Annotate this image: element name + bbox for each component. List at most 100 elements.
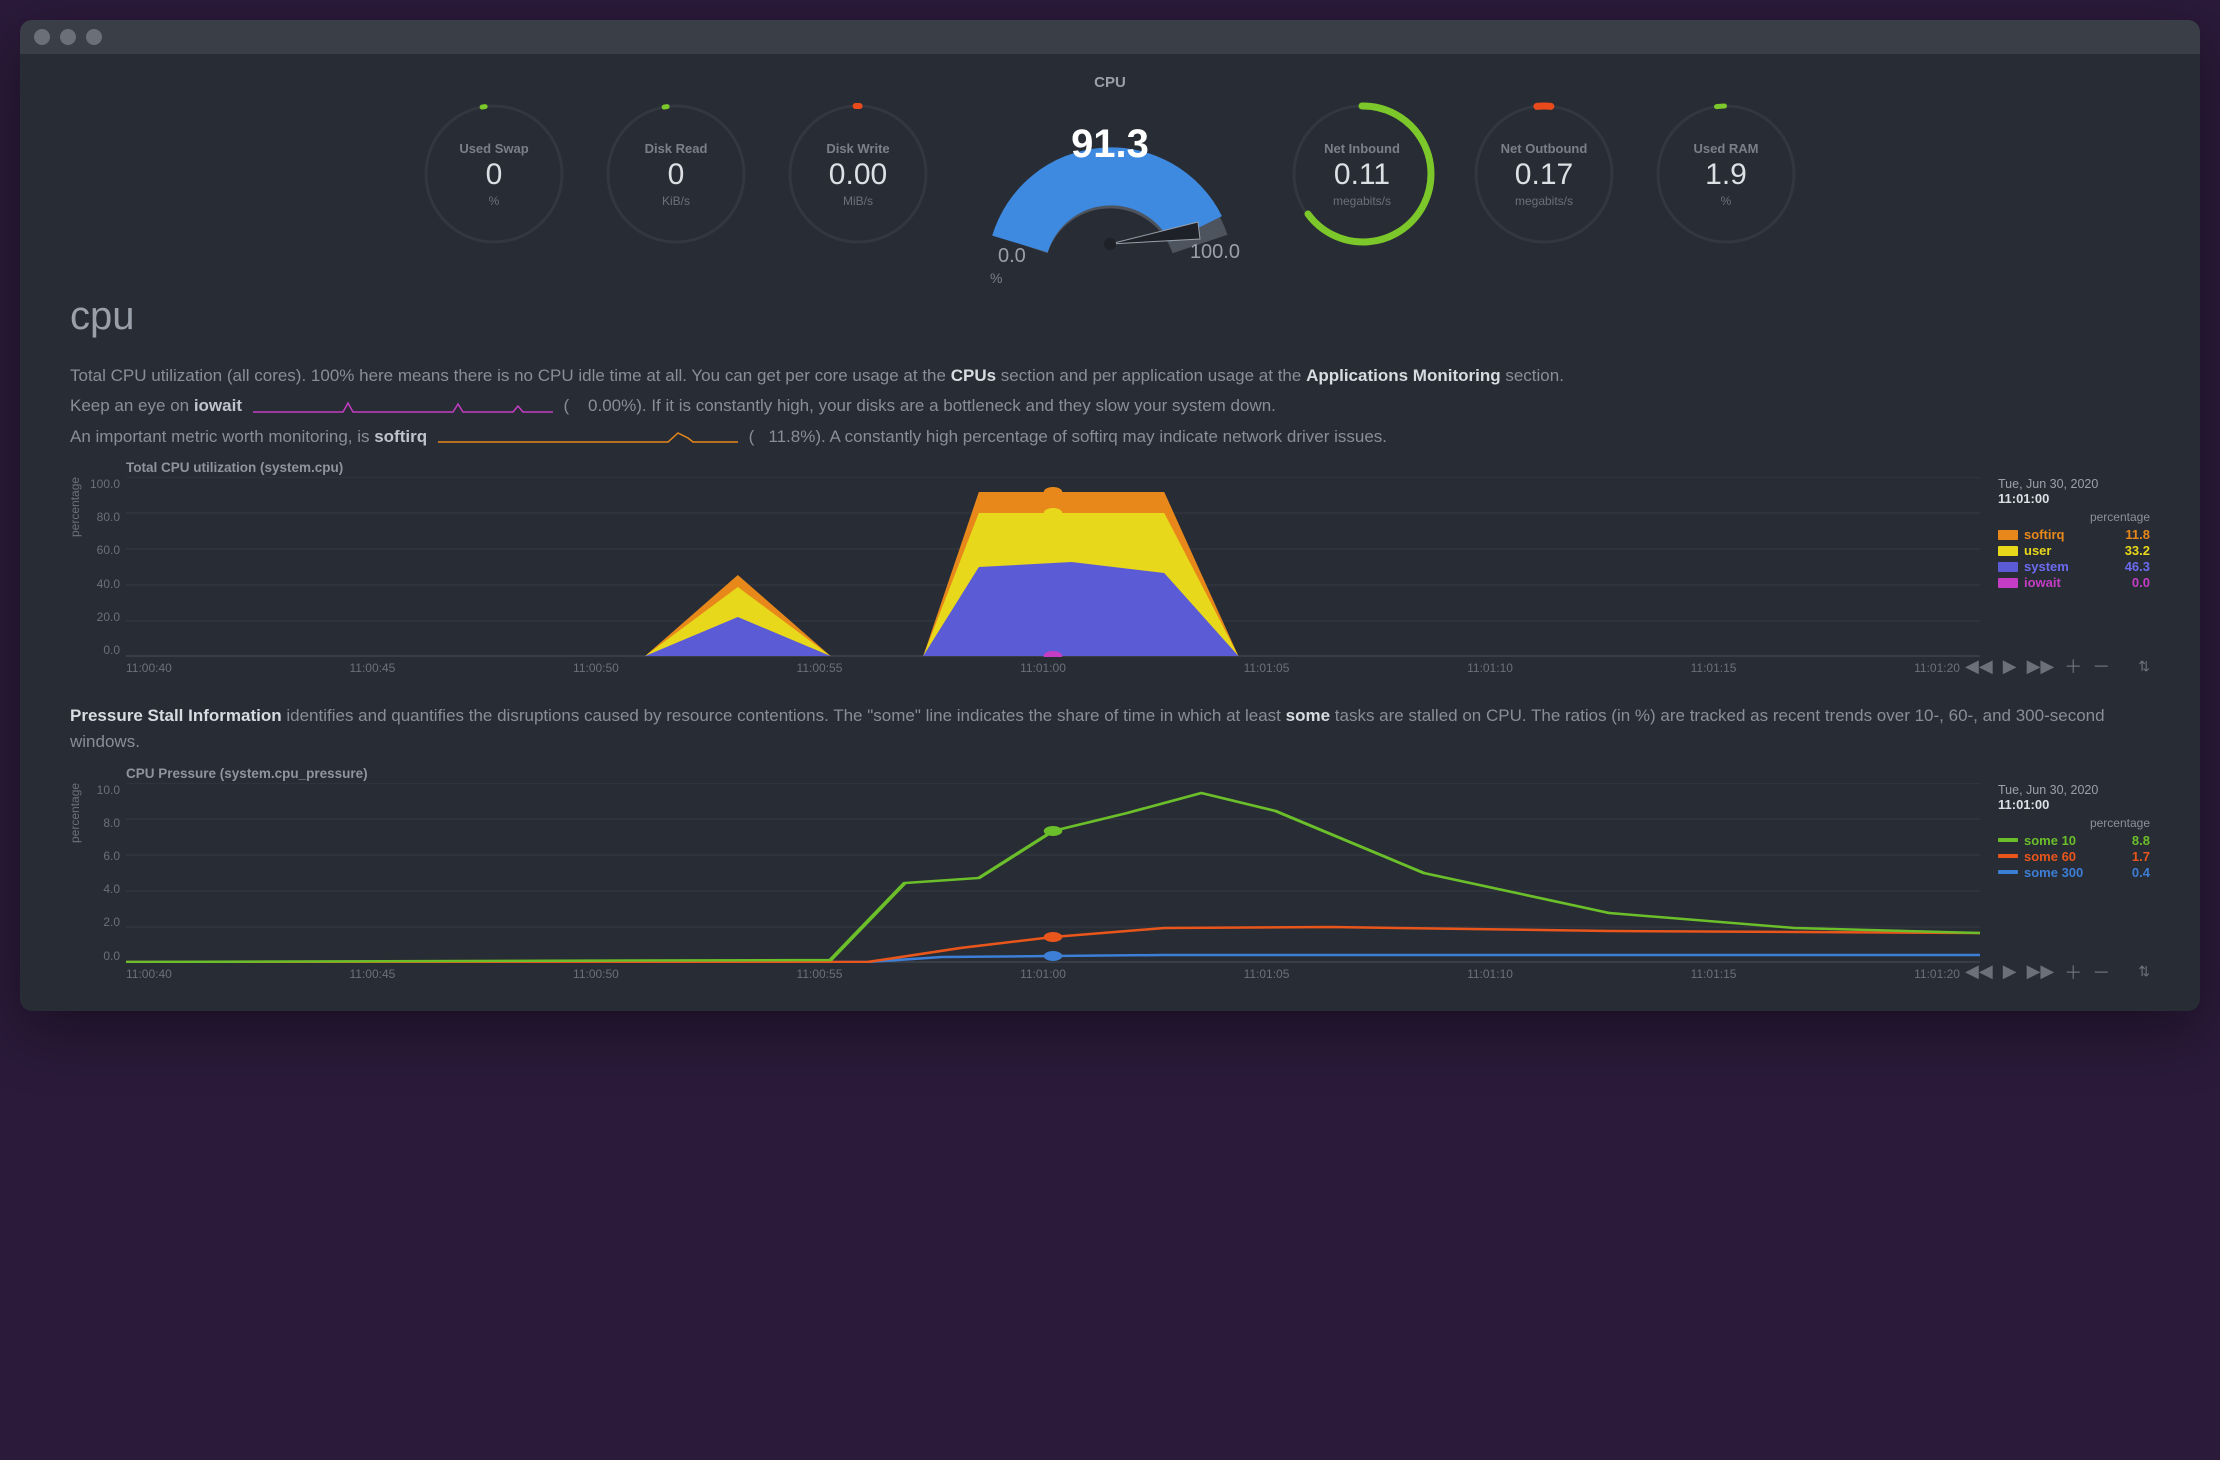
rewind-icon[interactable]: ◀◀ [1965, 656, 1993, 677]
zoom-in-icon[interactable]: ＋ [2064, 959, 2082, 985]
text: An important metric worth monitoring, is [70, 427, 374, 446]
chart-controls: ◀◀ ▶ ▶▶ ＋ － ⇅ [1965, 653, 2150, 679]
x-tick: 11:01:00 [1020, 661, 1066, 675]
play-icon[interactable]: ▶ [2003, 961, 2017, 982]
x-tick: 11:01:15 [1691, 661, 1737, 675]
legend-name: softirq [2024, 527, 2064, 542]
x-tick: 11:00:45 [350, 967, 396, 981]
y-tick: 8.0 [103, 816, 120, 830]
fast-forward-icon[interactable]: ▶▶ [2027, 656, 2055, 677]
play-icon[interactable]: ▶ [2003, 656, 2017, 677]
legend-swatch-icon [1998, 870, 2018, 874]
app-window: Used Swap 0 % Disk Read 0 KiB/s Disk Wri… [20, 20, 2200, 1011]
legend-item[interactable]: softirq 11.8 [1998, 527, 2150, 542]
legend-date: Tue, Jun 30, 2020 [1998, 477, 2150, 491]
y-tick: 6.0 [103, 849, 120, 863]
gauge-disk-read[interactable]: Disk Read 0 KiB/s [596, 94, 756, 254]
fast-forward-icon[interactable]: ▶▶ [2027, 961, 2055, 982]
gauge-cpu[interactable]: CPU 91.3 0.0 100.0 % [960, 74, 1260, 274]
legend-name: user [2024, 543, 2051, 558]
link-pressure-stall[interactable]: Pressure Stall Information [70, 706, 282, 725]
section-title: cpu [70, 294, 2150, 339]
zoom-out-icon[interactable]: － [2092, 959, 2110, 985]
y-axis-label: percentage [68, 477, 82, 537]
text: Total CPU utilization (all cores). 100% … [70, 366, 951, 385]
legend-swatch-icon [1998, 530, 2018, 540]
x-tick: 11:01:00 [1020, 967, 1066, 981]
legend-value: 8.8 [2132, 833, 2150, 848]
chart-plot-area[interactable] [126, 477, 1980, 657]
y-axis-label: percentage [68, 783, 82, 843]
dashboard-content: Used Swap 0 % Disk Read 0 KiB/s Disk Wri… [20, 54, 2200, 1011]
gauges-row: Used Swap 0 % Disk Read 0 KiB/s Disk Wri… [70, 74, 2150, 274]
legend-swatch-icon [1998, 562, 2018, 572]
legend-value: 11.8 [2125, 527, 2150, 542]
chart-title: CPU Pressure (system.cpu_pressure) [126, 766, 2150, 781]
rewind-icon[interactable]: ◀◀ [1965, 961, 1993, 982]
link-cpus[interactable]: CPUs [951, 366, 996, 385]
x-axis: 11:00:40 11:00:45 11:00:50 11:00:55 11:0… [126, 963, 1960, 981]
x-tick: 11:01:10 [1467, 661, 1513, 675]
text: Keep an eye on [70, 396, 194, 415]
y-axis: percentage 100.0 80.0 60.0 40.0 20.0 0.0 [70, 477, 126, 657]
legend-swatch-icon [1998, 546, 2018, 556]
zoom-out-icon[interactable]: － [2092, 653, 2110, 679]
legend-item[interactable]: some 60 1.7 [1998, 849, 2150, 864]
description-line-3: An important metric worth monitoring, is… [70, 424, 2150, 450]
x-tick: 11:01:20 [1914, 967, 1960, 981]
chart-cpu-pressure: CPU Pressure (system.cpu_pressure) perce… [70, 766, 2150, 981]
metric-softirq: softirq [374, 427, 427, 446]
x-tick: 11:01:20 [1914, 661, 1960, 675]
gauge-net-outbound[interactable]: Net Outbound 0.17 megabits/s [1464, 94, 1624, 254]
text: ). A constantly high percentage of softi… [815, 427, 1387, 446]
window-maximize-icon[interactable] [86, 29, 102, 45]
gauge-disk-write[interactable]: Disk Write 0.00 MiB/s [778, 94, 938, 254]
chart-plot-area[interactable] [126, 783, 1980, 963]
x-tick: 11:00:50 [573, 661, 619, 675]
x-tick: 11:01:10 [1467, 967, 1513, 981]
x-tick: 11:01:15 [1691, 967, 1737, 981]
x-tick: 11:00:45 [350, 661, 396, 675]
text: section and per application usage at the [996, 366, 1306, 385]
resize-icon[interactable]: ⇅ [2138, 658, 2150, 675]
metric-iowait: iowait [194, 396, 242, 415]
y-tick: 80.0 [97, 510, 120, 524]
description-line-2: Keep an eye on iowait ( 0.00%). If it is… [70, 393, 2150, 419]
legend-value: 0.4 [2132, 865, 2150, 880]
psi-description: Pressure Stall Information identifies an… [70, 703, 2150, 756]
y-tick: 0.0 [103, 949, 120, 963]
link-applications-monitoring[interactable]: Applications Monitoring [1306, 366, 1501, 385]
resize-icon[interactable]: ⇅ [2138, 963, 2150, 980]
window-minimize-icon[interactable] [60, 29, 76, 45]
x-tick: 11:00:55 [797, 967, 843, 981]
gauge-used-ram[interactable]: Used RAM 1.9 % [1646, 94, 1806, 254]
chart-controls: ◀◀ ▶ ▶▶ ＋ － ⇅ [1965, 959, 2150, 985]
y-tick: 0.0 [103, 643, 120, 657]
legend-item[interactable]: some 3000.4 [1998, 865, 2150, 880]
legend-item[interactable]: system46.3 [1998, 559, 2150, 574]
legend-time: 11:01:00 [1998, 797, 2150, 812]
chart-cpu-utilization: Total CPU utilization (system.cpu) perce… [70, 460, 2150, 675]
x-tick: 11:00:40 [126, 967, 172, 981]
y-tick: 100.0 [90, 477, 120, 491]
legend-name: system [2024, 559, 2069, 574]
gauge-value: 91.3 [960, 122, 1260, 167]
gauge-max: 100.0 [1190, 241, 1240, 264]
chart-title: Total CPU utilization (system.cpu) [126, 460, 2150, 475]
zoom-in-icon[interactable]: ＋ [2064, 653, 2082, 679]
legend-item[interactable]: iowait0.0 [1998, 575, 2150, 590]
window-close-icon[interactable] [34, 29, 50, 45]
legend-header: percentage [1998, 510, 2150, 524]
legend-value: 1.7 [2132, 849, 2150, 864]
iowait-value: 0.00% [588, 396, 636, 415]
legend-name: some 60 [2024, 849, 2076, 864]
y-tick: 10.0 [97, 783, 120, 797]
legend-item[interactable]: some 108.8 [1998, 833, 2150, 848]
gauge-net-inbound[interactable]: Net Inbound 0.11 megabits/s [1282, 94, 1442, 254]
y-tick: 20.0 [97, 610, 120, 624]
y-axis: percentage 10.0 8.0 6.0 4.0 2.0 0.0 [70, 783, 126, 963]
x-tick: 11:01:05 [1244, 967, 1290, 981]
text: identifies and quantifies the disruption… [282, 706, 1286, 725]
gauge-used-swap[interactable]: Used Swap 0 % [414, 94, 574, 254]
legend-item[interactable]: user33.2 [1998, 543, 2150, 558]
